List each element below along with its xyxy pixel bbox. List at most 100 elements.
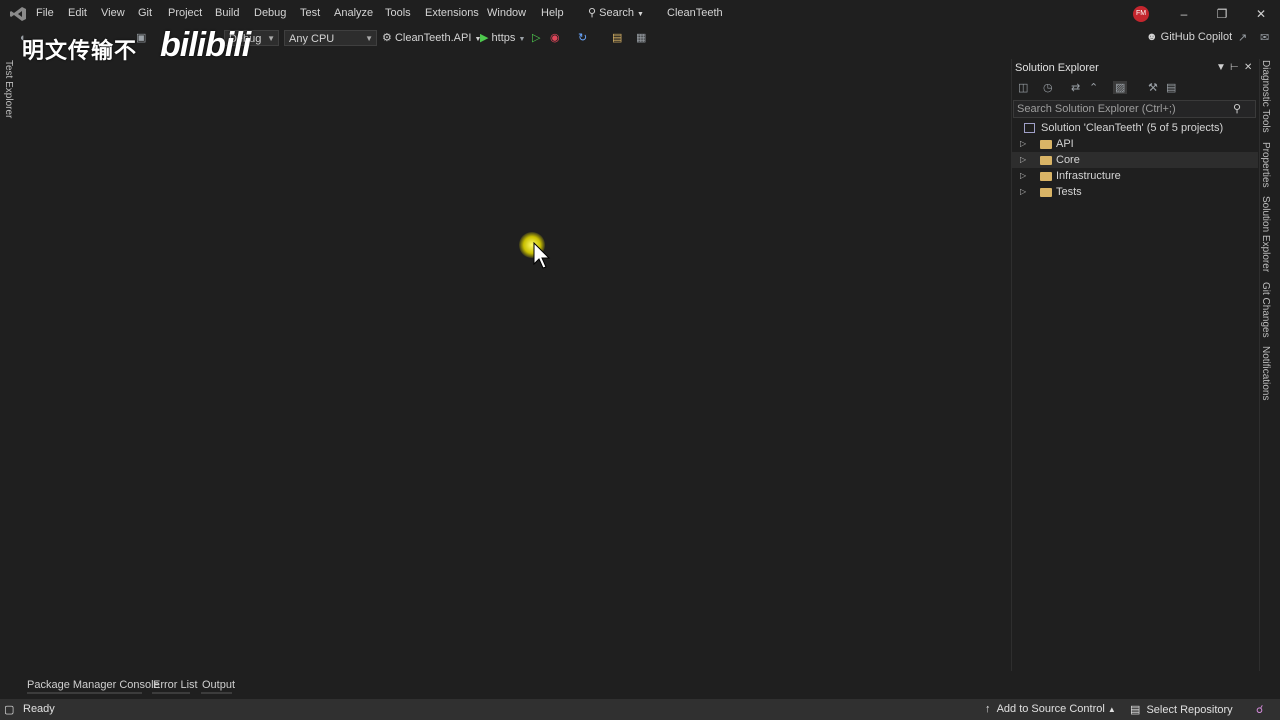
save-all-icon[interactable]: ▣ (136, 31, 146, 45)
feedback-icon[interactable]: ✉ (1260, 31, 1269, 45)
tab-label: Git Changes (1260, 282, 1271, 338)
show-all-files-icon[interactable]: ▨ (1113, 81, 1128, 94)
folder-icon (1040, 172, 1052, 181)
tab-git-changes[interactable]: Git Changes (1260, 282, 1274, 341)
status-text: Ready (23, 703, 55, 715)
menu-extensions[interactable]: Extensions (425, 7, 479, 19)
expand-arrow-icon[interactable]: ▷ (1020, 136, 1026, 152)
platform-dropdown[interactable]: Any CPU ▼ (284, 30, 377, 46)
gear-icon: ⚙ (382, 32, 392, 44)
refresh-icon[interactable]: ↻ (578, 31, 587, 45)
folder-icon (1040, 188, 1052, 197)
tab-test-explorer[interactable]: Test Explorer (3, 60, 17, 120)
folder-label: Core (1056, 154, 1080, 166)
hot-reload-icon[interactable]: ◉ (550, 31, 560, 45)
close-icon[interactable]: ✕ (1251, 4, 1271, 24)
startup-project-selector[interactable]: ⚙ CleanTeeth.API ▼ (382, 31, 481, 45)
start-debugging-button[interactable]: ▶ https ▼ (480, 31, 525, 45)
add-to-source-label: Add to Source Control (996, 703, 1105, 715)
folder-icon[interactable]: ▤ (612, 31, 622, 45)
mouse-pointer-icon (533, 241, 551, 270)
solution-icon (1024, 123, 1035, 133)
github-copilot-button[interactable]: ☻ GitHub Copilot (1146, 31, 1232, 43)
panel-menu-icon[interactable]: ▼ (1216, 62, 1226, 73)
chevron-up-icon: ▲ (1107, 705, 1116, 714)
tab-underline (27, 692, 142, 694)
search-icon: ⚲ (1232, 103, 1241, 115)
avatar[interactable]: FM (1133, 6, 1149, 22)
expand-arrow-icon[interactable]: ▷ (1020, 168, 1026, 184)
menu-tools[interactable]: Tools (385, 7, 411, 19)
start-without-debugging-icon[interactable]: ▷ (532, 31, 540, 45)
tab-solution-explorer[interactable]: Solution Explorer (1260, 196, 1274, 275)
menu-help[interactable]: Help (541, 7, 564, 19)
wrench-icon[interactable]: ⚒ (1148, 81, 1158, 94)
chevron-down-icon: ▼ (637, 11, 644, 18)
visual-studio-logo-icon[interactable] (9, 6, 27, 22)
close-panel-icon[interactable]: ✕ (1244, 62, 1252, 73)
share-icon[interactable]: ↗ (1238, 31, 1247, 45)
menu-file[interactable]: File (36, 7, 54, 19)
tab-properties[interactable]: Properties (1260, 142, 1274, 191)
tab-package-manager-console[interactable]: Package Manager Console (27, 679, 160, 691)
layout-icon[interactable]: ▦ (636, 31, 646, 45)
select-repository-button[interactable]: ▤ Select Repository (1130, 703, 1233, 716)
tree-folder-tests[interactable]: ▷ Tests (1012, 184, 1258, 200)
tab-label: Solution Explorer (1260, 196, 1271, 273)
menu-window[interactable]: Window (487, 7, 526, 19)
menu-git[interactable]: Git (138, 7, 152, 19)
tab-diagnostic-tools[interactable]: Diagnostic Tools (1260, 60, 1274, 136)
solution-label: Solution 'CleanTeeth' (5 of 5 projects) (1041, 122, 1224, 134)
home-icon[interactable]: ◫ (1018, 81, 1028, 94)
expand-arrow-icon[interactable]: ▷ (1020, 152, 1026, 168)
repository-icon: ▤ (1130, 704, 1141, 716)
bilibili-logo: bilibili (160, 26, 251, 64)
history-icon[interactable]: ◷ (1043, 81, 1053, 94)
tree-folder-api[interactable]: ▷ API (1012, 136, 1258, 152)
pin-icon[interactable]: ⊢ (1230, 62, 1239, 73)
solution-search-input[interactable]: Search Solution Explorer (Ctrl+;) ⚲ (1013, 100, 1256, 118)
tab-underline (152, 692, 190, 694)
minimize-icon[interactable]: – (1174, 4, 1194, 24)
menu-project[interactable]: Project (168, 7, 202, 19)
folder-icon (1040, 140, 1052, 149)
restore-icon[interactable]: ❐ (1212, 4, 1232, 24)
folder-label: API (1056, 138, 1074, 150)
chevron-down-icon: ▼ (365, 34, 373, 43)
menu-edit[interactable]: Edit (68, 7, 87, 19)
menu-view[interactable]: View (101, 7, 125, 19)
menu-build[interactable]: Build (215, 7, 239, 19)
tab-output[interactable]: Output (202, 679, 235, 691)
folder-icon (1040, 156, 1052, 165)
tree-solution-node[interactable]: Solution 'CleanTeeth' (5 of 5 projects) (1012, 120, 1258, 136)
chevron-down-icon: ▼ (267, 34, 275, 43)
menu-test[interactable]: Test (300, 7, 320, 19)
startup-project-label: CleanTeeth.API (394, 32, 472, 44)
sync-icon[interactable]: ⇄ (1071, 81, 1080, 94)
copilot-icon: ☻ (1146, 31, 1158, 43)
tab-underline (201, 692, 232, 694)
launch-profile-label: https (491, 32, 516, 44)
menu-debug[interactable]: Debug (254, 7, 286, 19)
menu-analyze[interactable]: Analyze (334, 7, 373, 19)
search-button[interactable]: ⚲ Search ▼ (588, 6, 644, 19)
folder-label: Tests (1056, 186, 1082, 198)
watermark-text: 明文传输不 (22, 38, 138, 63)
search-icon: ⚲ (588, 7, 597, 19)
expand-arrow-icon[interactable]: ▷ (1020, 184, 1026, 200)
arrow-up-icon: ↑ (985, 703, 991, 715)
tree-folder-infrastructure[interactable]: ▷ Infrastructure (1012, 168, 1258, 184)
collapse-all-icon[interactable]: ⌃ (1089, 81, 1098, 94)
preview-icon[interactable]: ▤ (1166, 81, 1176, 94)
tab-error-list[interactable]: Error List (153, 679, 198, 691)
solution-title: CleanTeeth (667, 7, 723, 19)
tab-notifications[interactable]: Notifications (1260, 346, 1274, 403)
tree-folder-core[interactable]: ▷ Core (1012, 152, 1258, 168)
folder-label: Infrastructure (1056, 170, 1121, 182)
search-label: Search (599, 7, 634, 19)
tab-label: Diagnostic Tools (1260, 60, 1271, 133)
notifications-bell-icon[interactable]: ☌ (1256, 703, 1263, 716)
platform-value: Any CPU (289, 33, 335, 45)
tab-test-explorer-label: Test Explorer (3, 60, 14, 119)
add-to-source-control-button[interactable]: ↑ Add to Source Control ▲ (985, 703, 1116, 715)
